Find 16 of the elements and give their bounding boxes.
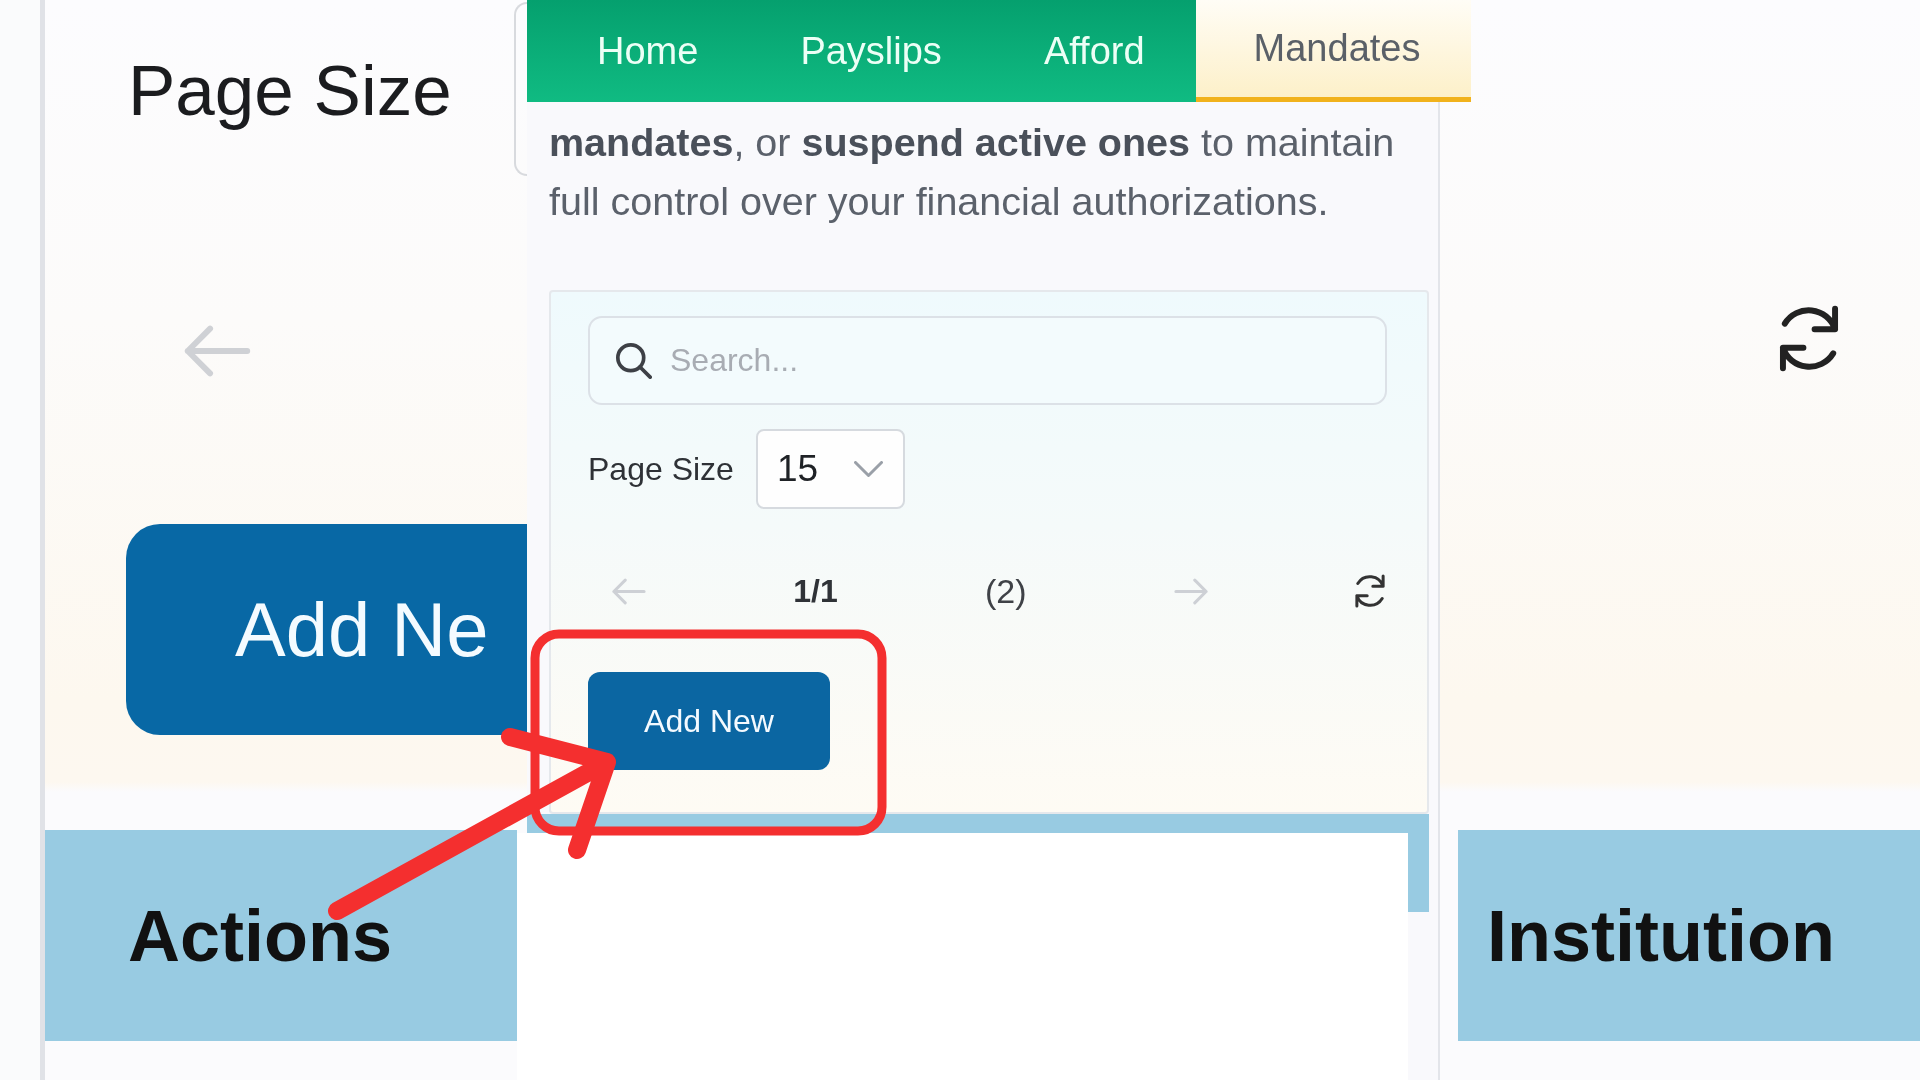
chevron-down-icon <box>853 461 883 477</box>
page-indicator: 1/1 <box>793 572 838 610</box>
search-field[interactable]: Search... <box>588 316 1387 405</box>
search-icon <box>616 343 652 379</box>
column-header: Institution <box>1458 830 1920 1041</box>
intro-text: mandates, or suspend active ones to maintain full control over your financial authorizations. <box>549 119 1396 225</box>
page-size-label: Page Size <box>588 450 734 488</box>
page-size-label: Page Size <box>128 49 453 131</box>
record-count: (2) <box>984 571 1027 611</box>
add-new-button[interactable]: Add New <box>588 672 830 770</box>
refresh-icon[interactable] <box>1779 305 1839 372</box>
nav-tab[interactable]: Mandates <box>1195 0 1472 102</box>
page-size-select[interactable]: 15 <box>755 429 905 509</box>
refresh-icon[interactable] <box>1355 574 1385 608</box>
add-new-button[interactable]: Add Ne <box>126 524 527 735</box>
column-header: Actions <box>45 830 517 1041</box>
